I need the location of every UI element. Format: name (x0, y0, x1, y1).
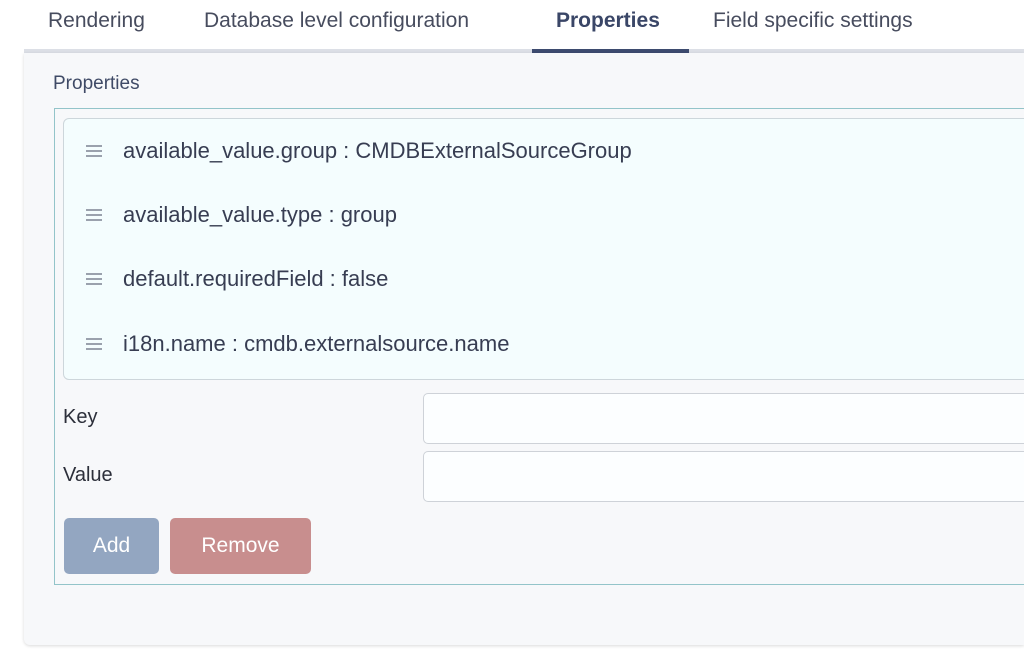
tab-database-level-configuration[interactable]: Database level configuration (204, 0, 469, 53)
tab-properties[interactable]: Properties (556, 0, 660, 53)
property-item[interactable]: default.requiredField : false (86, 264, 388, 294)
property-item-text: available_value.group : CMDBExternalSour… (123, 138, 632, 163)
drag-handle-icon[interactable] (86, 209, 102, 221)
value-input[interactable] (423, 451, 1024, 502)
key-input[interactable] (423, 393, 1024, 444)
tab-rendering[interactable]: Rendering (48, 0, 145, 53)
drag-handle-icon[interactable] (86, 338, 102, 350)
property-item-text: i18n.name : cmdb.externalsource.name (123, 331, 510, 356)
tab-bar: Rendering Database level configuration P… (24, 0, 1024, 53)
property-item-text: default.requiredField : false (123, 266, 389, 291)
remove-button[interactable]: Remove (170, 518, 311, 574)
property-item-text: available_value.type : group (123, 202, 397, 227)
property-item[interactable]: available_value.type : group (86, 200, 397, 230)
tab-field-specific-settings[interactable]: Field specific settings (713, 0, 913, 53)
key-label: Key (63, 406, 98, 428)
value-label: Value (63, 464, 113, 486)
section-title: Properties (53, 73, 140, 94)
drag-handle-icon[interactable] (86, 145, 102, 157)
drag-handle-icon[interactable] (86, 273, 102, 285)
property-item[interactable]: i18n.name : cmdb.externalsource.name (86, 329, 509, 359)
property-item[interactable]: available_value.group : CMDBExternalSour… (86, 136, 632, 166)
add-button[interactable]: Add (64, 518, 159, 574)
